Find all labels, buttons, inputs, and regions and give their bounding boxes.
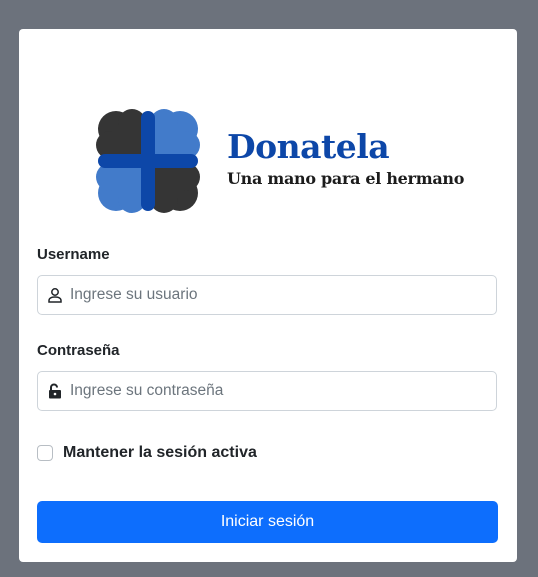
password-label: Contraseña: [37, 342, 120, 359]
brand-tagline: Una mano para el hermano: [227, 169, 465, 188]
remember-session-label: Mantener la sesión activa: [63, 444, 257, 461]
login-button[interactable]: Iniciar sesión: [37, 501, 498, 543]
checkbox-box[interactable]: [37, 445, 53, 461]
lock-open-icon: [46, 382, 64, 400]
username-field[interactable]: [37, 275, 497, 315]
donatela-logo-icon: [96, 109, 200, 213]
brand-name: Donatela: [227, 127, 390, 166]
user-icon: [46, 286, 64, 304]
username-input[interactable]: [70, 286, 496, 304]
username-label: Username: [37, 246, 110, 263]
remember-session-checkbox[interactable]: Mantener la sesión activa: [37, 444, 257, 462]
password-field[interactable]: [37, 371, 497, 411]
password-input[interactable]: [70, 382, 496, 400]
login-card: Donatela Una mano para el hermano Userna…: [19, 29, 517, 562]
